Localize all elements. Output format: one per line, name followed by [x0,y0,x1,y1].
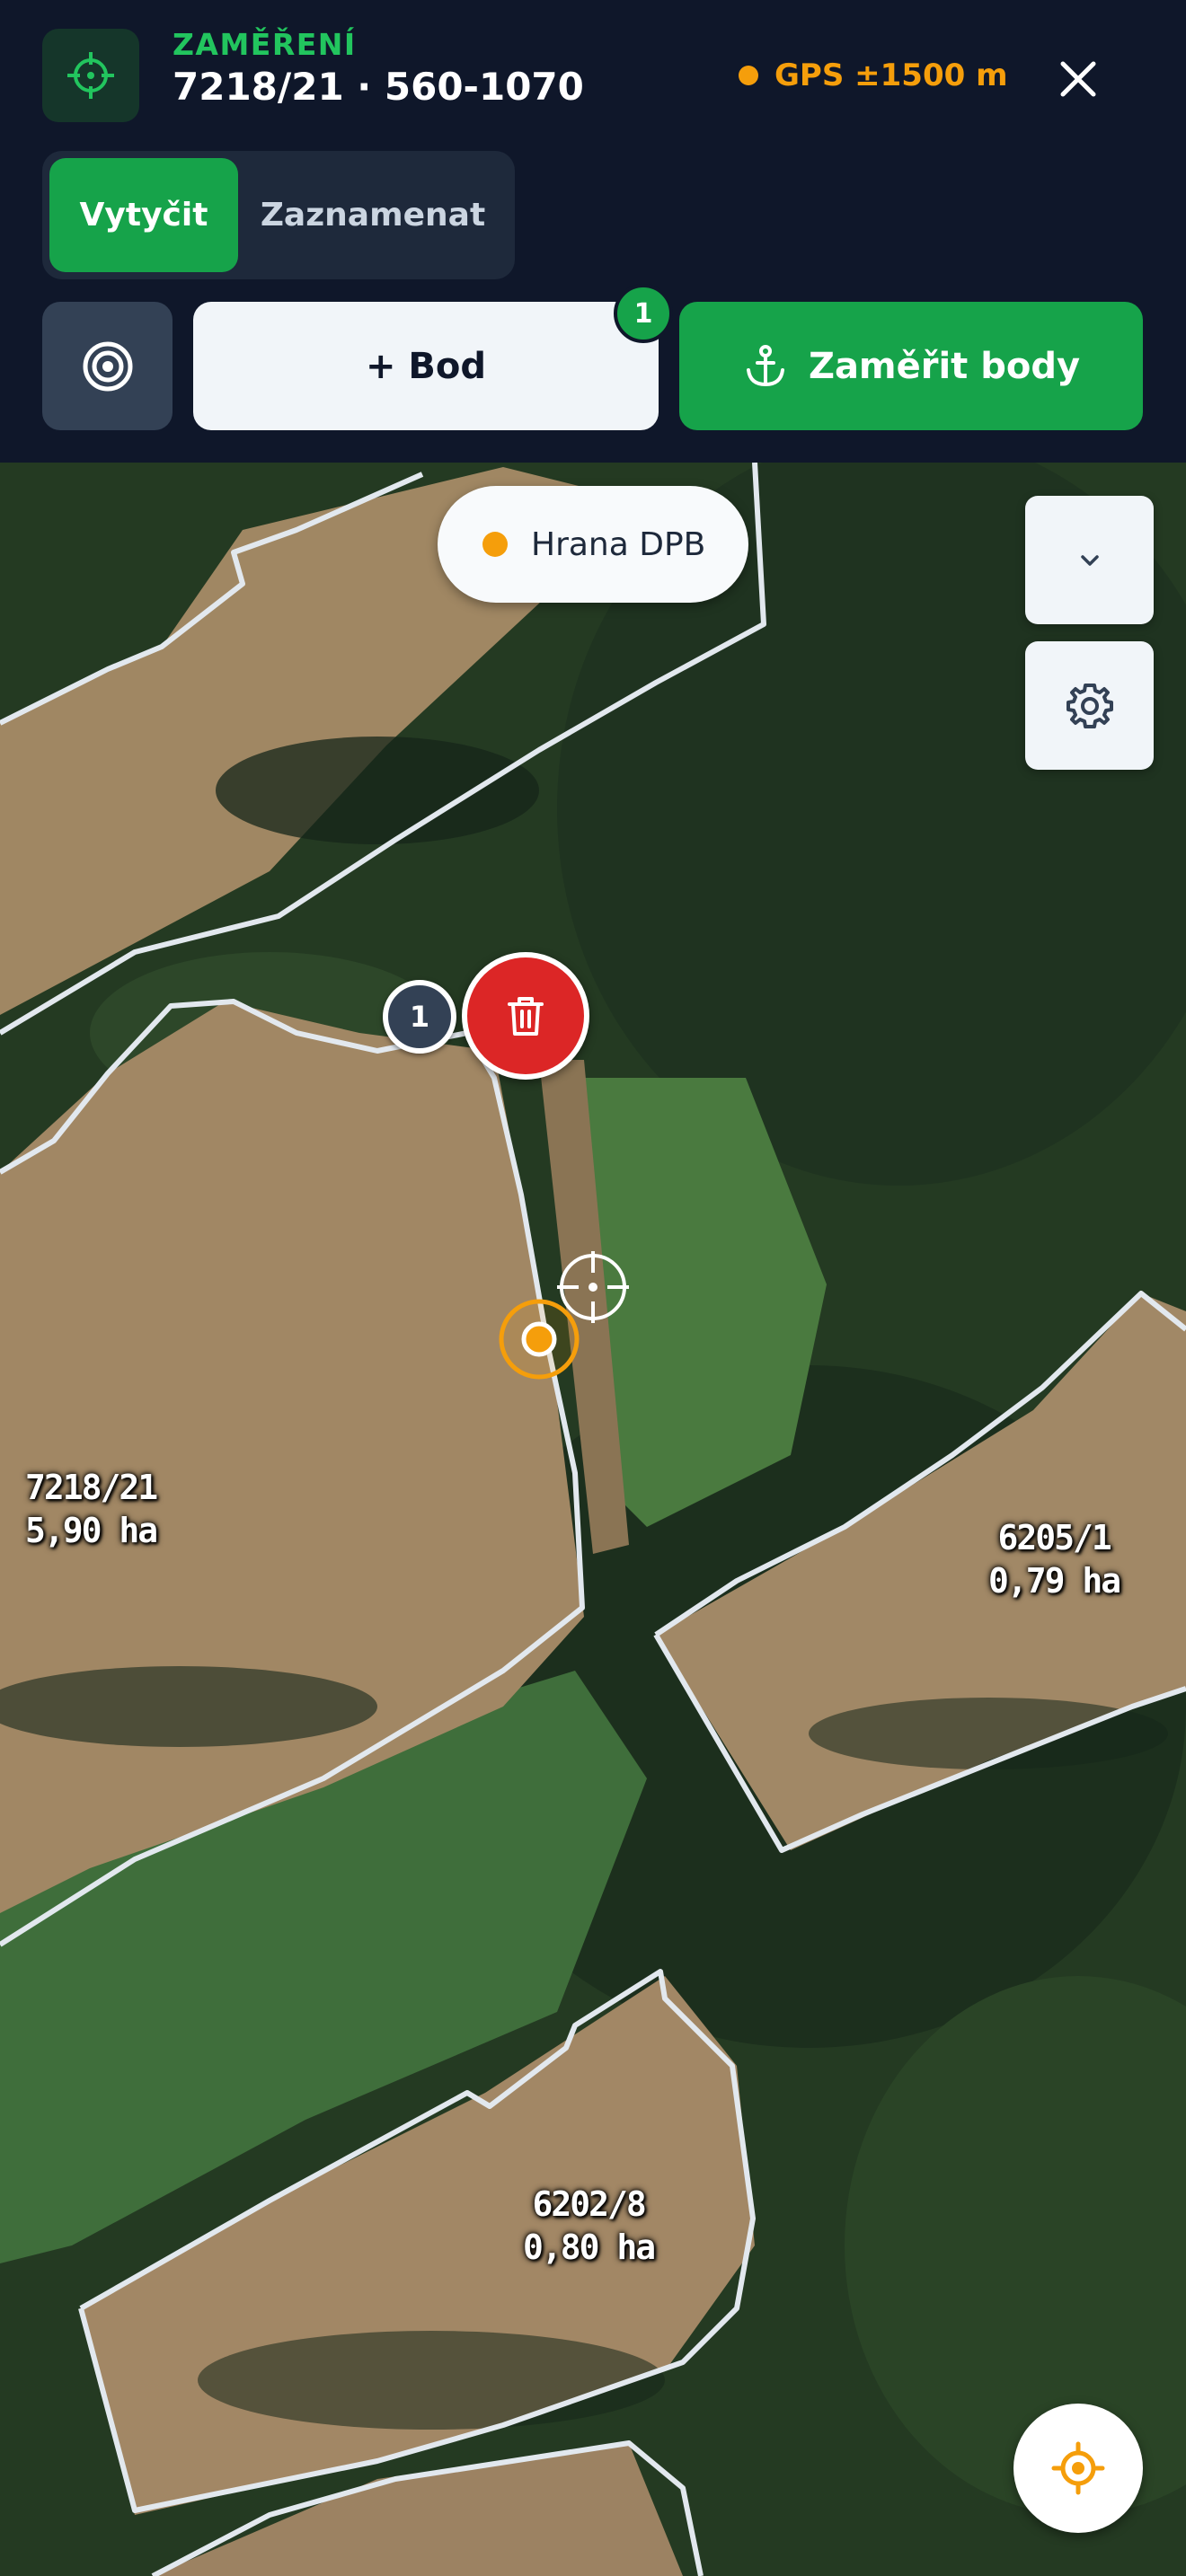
close-button[interactable] [1042,43,1114,115]
parcel-label: 6202/8 0,80 ha [523,2183,656,2269]
collapse-button[interactable] [1025,496,1154,624]
settings-button[interactable] [1025,641,1154,770]
parcel-code: 6202/8 [532,2184,646,2224]
delete-point-button[interactable] [462,952,589,1080]
close-icon [1060,61,1096,97]
crosshair-icon [42,29,139,122]
measure-points-button[interactable]: Zaměřit body [679,302,1143,430]
add-point-button[interactable]: + Bod [193,302,659,430]
locate-icon [1051,2441,1105,2495]
top-panel: ZAMĚŘENÍ 7218/21 · 560-1070 GPS ±1500 m … [0,0,1186,463]
tab-vytycit[interactable]: Vytyčit [49,158,238,272]
anchor-icon [746,344,784,386]
gear-icon [1066,683,1113,728]
trash-icon [508,997,544,1036]
measure-points-label: Zaměřit body [808,345,1081,387]
point-count-badge: 1 [614,284,673,343]
gps-status-dot [739,66,758,85]
page-title: 7218/21 · 560-1070 [173,65,584,109]
parcel-area: 0,80 ha [523,2228,656,2267]
parcel-label: 6205/1 0,79 ha [988,1516,1121,1602]
screen-eyebrow: ZAMĚŘENÍ [173,27,357,62]
chevron-down-icon [1080,554,1099,566]
parcel-code: 6205/1 [997,1518,1111,1557]
gps-status: GPS ±1500 m [739,57,1008,93]
gps-location-icon [499,1299,580,1380]
parcel-label: 7218/21 5,90 ha [25,1466,158,1552]
point-marker[interactable]: 1 [383,980,456,1054]
map-view[interactable]: 7218/21 5,90 ha 6205/1 0,79 ha 6202/8 0,… [0,463,1186,2576]
locate-me-button[interactable] [1013,2404,1143,2533]
gps-status-label: GPS ±1500 m [774,57,1008,93]
parcel-area: 5,90 ha [25,1511,158,1550]
tab-zaznamenat[interactable]: Zaznamenat [238,158,508,272]
legend-label: Hrana DPB [531,525,706,563]
legend-swatch [482,532,508,557]
mode-switch: Vytyčit Zaznamenat [42,151,515,279]
layer-legend[interactable]: Hrana DPB [438,486,748,603]
target-icon [83,341,132,391]
parcel-area: 0,79 ha [988,1561,1121,1601]
parcel-code: 7218/21 [25,1468,158,1507]
target-button[interactable] [42,302,173,430]
